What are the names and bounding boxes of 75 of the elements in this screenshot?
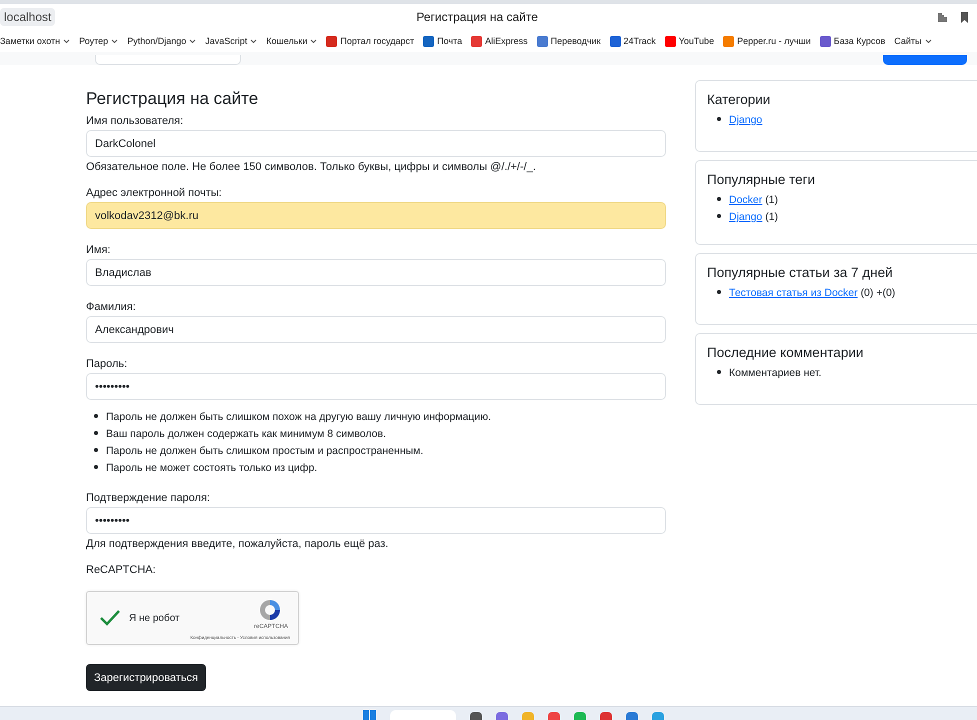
app-icon[interactable] xyxy=(470,712,482,720)
field-label: ReCAPTCHA: xyxy=(86,564,157,576)
bookmark-folder[interactable]: Сайты xyxy=(894,36,932,46)
field-label: Адрес электронной почты: xyxy=(86,187,223,199)
chevron-icon xyxy=(111,38,118,44)
register-button[interactable]: Зарегистрироваться xyxy=(86,664,206,691)
bullet-icon xyxy=(717,370,721,374)
sidebar-link[interactable]: Docker xyxy=(729,194,762,206)
bookmark-folder[interactable]: Роутер xyxy=(79,36,118,46)
password-rule: Пароль не может состоять только из цифр. xyxy=(106,462,318,474)
bookmark-link[interactable]: Переводчик xyxy=(536,36,601,46)
card-title: Категории xyxy=(707,92,772,107)
bookmark-link[interactable]: AliExpress xyxy=(471,36,528,46)
app-icon[interactable] xyxy=(600,712,612,720)
help-text: Обязательное поле. Не более 150 символов. Только буквы, цифры и символы @/./+/-/_. xyxy=(86,161,537,173)
bullet-icon xyxy=(717,290,721,294)
sidebar-link[interactable]: Django xyxy=(729,114,762,126)
bookmark-folder[interactable]: Заметки охотн xyxy=(0,36,70,46)
form-title: Регистрация на сайте xyxy=(86,89,260,109)
chevron-icon xyxy=(250,38,258,44)
password-rule: Ваш пароль должен содержать как минимум 8 символов. xyxy=(106,428,386,440)
input-field[interactable]: volkodav2312@bk.ru xyxy=(86,202,666,229)
card-title: Популярные теги xyxy=(707,172,816,187)
bullet-icon xyxy=(94,414,98,418)
chevron-icon xyxy=(63,38,70,44)
empty-text: Комментариев нет. xyxy=(729,367,822,379)
bullet-icon xyxy=(717,197,721,202)
count-text: (1) xyxy=(764,194,778,206)
bullet-icon xyxy=(94,465,98,470)
bookmark-folder[interactable]: JavaScript xyxy=(205,36,258,46)
bullet-icon xyxy=(717,214,721,218)
address-chip[interactable]: localhost xyxy=(0,8,56,26)
count-text: (0) +(0) xyxy=(860,287,896,299)
search-field[interactable] xyxy=(95,55,241,65)
bookmark-icon[interactable] xyxy=(960,12,969,22)
field-label: Подтверждение пароля: xyxy=(86,492,211,504)
count-text: (1) xyxy=(764,211,778,223)
bullet-icon xyxy=(94,448,98,452)
input-field[interactable]: DarkColonel xyxy=(86,130,666,157)
bullet-icon xyxy=(717,117,721,122)
bookmark-folder[interactable]: Кошельки xyxy=(266,36,318,46)
captcha-text: Я не робот xyxy=(129,612,180,624)
page-title: Регистрация на сайте xyxy=(416,10,538,24)
password-rule: Пароль не должен быть слишком простым и распространенным. xyxy=(106,445,424,457)
field-label: Имя пользователя: xyxy=(86,115,184,127)
field-label: Фамилия: xyxy=(86,301,137,313)
app-icon[interactable] xyxy=(496,712,508,720)
help-text: Для подтверждения введите, пожалуйста, пароль ещё раз. xyxy=(86,538,390,550)
sidebar-link[interactable]: Django xyxy=(729,211,762,223)
chevron-icon xyxy=(924,38,932,44)
sidebar-link[interactable]: Тестовая статья из Docker xyxy=(729,287,858,299)
input-field[interactable]: ••••••••• xyxy=(86,507,666,534)
input-field[interactable]: Владислав xyxy=(86,259,666,286)
field-label: Имя: xyxy=(86,244,112,256)
bookmark-link[interactable]: Pepper.ru - лучши xyxy=(723,36,811,46)
recaptcha-logo-icon xyxy=(258,598,282,622)
chevron-icon xyxy=(310,38,318,44)
bullet-icon xyxy=(94,431,98,436)
password-rule: Пароль не должен быть слишком похож на другую вашу личную информацию. xyxy=(106,411,492,423)
bookmark-link[interactable]: Портал государст xyxy=(326,36,414,46)
input-field[interactable]: ••••••••• xyxy=(86,373,666,400)
chevron-icon xyxy=(189,38,196,44)
card-title: Популярные статьи за 7 дней xyxy=(707,265,894,280)
app-icon[interactable] xyxy=(626,712,638,720)
bookmark-link[interactable]: Почта xyxy=(423,36,462,46)
windows-logo-icon[interactable] xyxy=(363,710,376,720)
bookmark-folder[interactable]: Python/Django xyxy=(127,36,196,46)
bookmark-link[interactable]: 24Track xyxy=(610,36,656,46)
card-title: Последние комментарии xyxy=(707,345,864,360)
checkmark-icon[interactable] xyxy=(99,609,121,627)
field-label: Пароль: xyxy=(86,358,128,370)
input-field[interactable]: Александрович xyxy=(86,316,666,343)
app-icon[interactable] xyxy=(548,712,560,720)
bookmark-link[interactable]: База Курсов xyxy=(820,36,886,46)
bookmark-link[interactable]: YouTube xyxy=(664,36,714,46)
